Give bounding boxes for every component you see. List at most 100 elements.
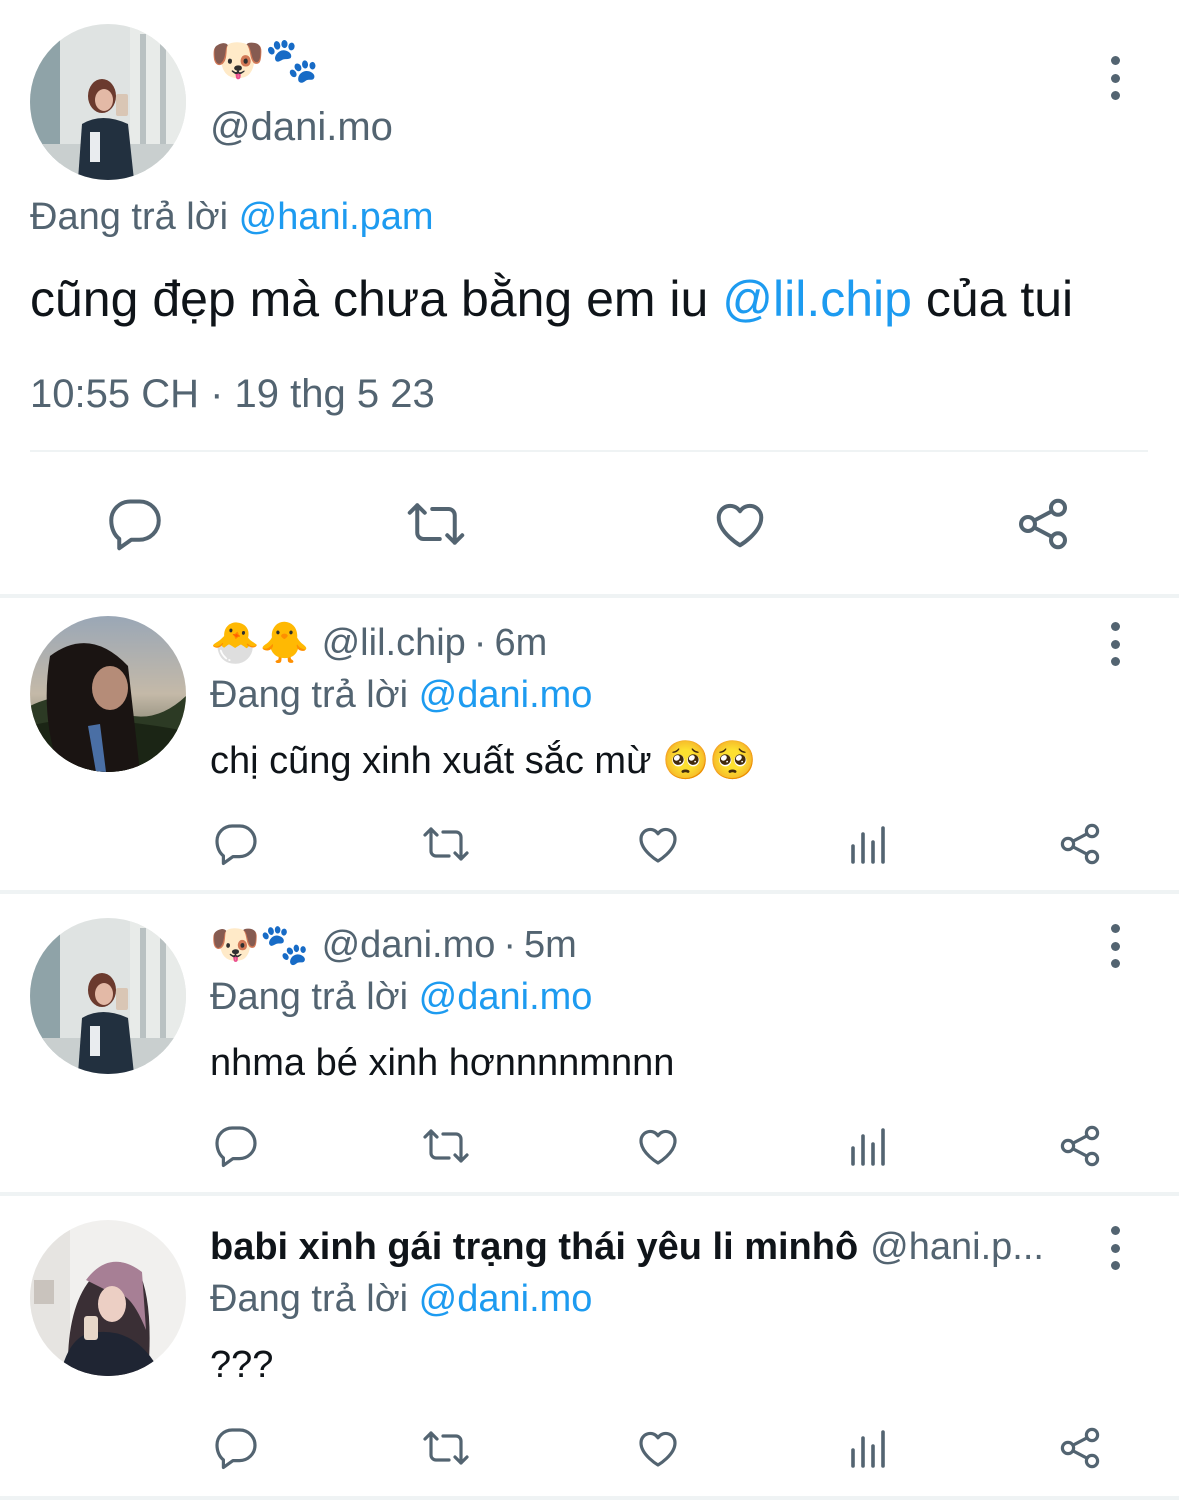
share-icon	[1060, 823, 1100, 865]
tweet-text-part: cũng đẹp mà chưa bằng em iu	[30, 271, 723, 327]
views-button[interactable]	[845, 1424, 893, 1472]
separator-dot: ·	[473, 621, 487, 664]
more-dot	[1110, 73, 1120, 83]
reply-button[interactable]	[212, 1122, 260, 1170]
reply-text: nhma bé xinh hơnnnnmnnn	[210, 1042, 675, 1084]
more-dot	[1110, 1226, 1120, 1235]
reply-header: 🐶🐾 @dani.mo · 5m	[210, 920, 577, 970]
share-button[interactable]	[1056, 1424, 1104, 1472]
replying-to-label: Đang trả lời	[210, 976, 419, 1018]
share-button[interactable]	[1056, 820, 1104, 868]
author-handle[interactable]: @hani.p...	[870, 1226, 1044, 1269]
reply-icon	[215, 1126, 257, 1167]
retweet-icon	[423, 1129, 469, 1163]
display-name-emoji: 🐣🐥	[210, 620, 310, 666]
author-handle[interactable]: @lil.chip	[322, 622, 466, 665]
replying-to-label: Đang trả lời	[210, 1278, 419, 1320]
reply-icon	[215, 1428, 257, 1469]
like-button[interactable]	[634, 820, 682, 868]
retweet-icon	[423, 827, 469, 861]
avatar-dani-mo[interactable]	[30, 918, 186, 1074]
more-options-button[interactable]	[1105, 924, 1125, 968]
views-icon	[851, 1128, 885, 1166]
separator-dot: ·	[503, 923, 517, 966]
retweet-button[interactable]	[406, 494, 466, 554]
replying-to-label: Đang trả lời	[30, 196, 239, 238]
more-dot	[1110, 1243, 1120, 1253]
reply-time[interactable]: 5m	[524, 924, 577, 967]
more-dot	[1110, 941, 1120, 951]
share-button[interactable]	[1056, 1122, 1104, 1170]
share-icon	[1019, 498, 1067, 550]
share-button[interactable]	[1013, 494, 1073, 554]
reply-time[interactable]: 6m	[494, 622, 547, 665]
replying-to-label: Đang trả lời	[210, 674, 419, 716]
more-dot	[1110, 1261, 1120, 1270]
more-dot	[1110, 657, 1120, 666]
reply-text: ???	[210, 1344, 274, 1386]
retweet-button[interactable]	[422, 1122, 470, 1170]
more-dot	[1110, 959, 1120, 968]
replying-to: Đang trả lời @dani.mo	[210, 672, 592, 718]
reply-button[interactable]	[212, 1424, 260, 1472]
like-icon	[716, 503, 764, 548]
replying-to: Đang trả lời @dani.mo	[210, 974, 592, 1020]
author-handle[interactable]: @dani.mo	[210, 102, 393, 152]
more-options-button[interactable]	[1105, 1226, 1125, 1270]
like-button[interactable]	[634, 1122, 682, 1170]
more-dot	[1110, 622, 1120, 631]
author-handle[interactable]: @dani.mo	[322, 924, 496, 967]
main-tweet: 🐶🐾 @dani.mo Đang trả lời @hani.pam cũng …	[0, 0, 1179, 596]
reply-icon	[109, 499, 161, 551]
more-options-button[interactable]	[1105, 622, 1125, 666]
retweet-button[interactable]	[422, 820, 470, 868]
like-button[interactable]	[710, 494, 770, 554]
views-icon	[851, 1430, 885, 1468]
avatar-dani-mo[interactable]	[30, 24, 186, 180]
replying-to-mention[interactable]: @dani.mo	[419, 976, 593, 1018]
reply-text: chị cũng xinh xuất sắc mừ 🥺🥺	[210, 740, 757, 782]
more-dot	[1110, 91, 1120, 100]
tweet-text: cũng đẹp mà chưa bằng em iu @lil.chip củ…	[30, 268, 1073, 330]
share-icon	[1060, 1427, 1100, 1469]
separator	[0, 1192, 1179, 1196]
tweet-text-part: của tui	[911, 271, 1074, 327]
avatar-lil-chip[interactable]	[30, 616, 186, 772]
retweet-icon	[407, 503, 465, 545]
tweet-timestamp[interactable]: 10:55 CH · 19 thg 5 23	[30, 370, 435, 418]
views-button[interactable]	[845, 820, 893, 868]
more-options-button[interactable]	[1105, 56, 1125, 100]
replying-to-mention[interactable]: @dani.mo	[419, 1278, 593, 1320]
share-icon	[1060, 1125, 1100, 1167]
replying-to: Đang trả lời @dani.mo	[210, 1276, 592, 1322]
reply-button[interactable]	[105, 494, 165, 554]
like-icon	[639, 827, 677, 863]
like-button[interactable]	[634, 1424, 682, 1472]
divider	[30, 450, 1148, 452]
retweet-button[interactable]	[422, 1424, 470, 1472]
author-display-name[interactable]: babi xinh gái trạng thái yêu li minhô	[210, 1226, 858, 1269]
tweet-mention[interactable]: @lil.chip	[722, 271, 912, 327]
like-icon	[639, 1129, 677, 1165]
reply-tweet[interactable]: babi xinh gái trạng thái yêu li minhô @h…	[0, 1202, 1179, 1500]
views-icon	[851, 826, 885, 864]
replying-to-mention[interactable]: @dani.mo	[419, 674, 593, 716]
like-icon	[639, 1431, 677, 1467]
reply-button[interactable]	[212, 820, 260, 868]
more-dot	[1110, 924, 1120, 933]
avatar-hani-pam[interactable]	[30, 1220, 186, 1376]
separator	[0, 1496, 1179, 1500]
reply-icon	[215, 824, 257, 865]
reply-tweet[interactable]: 🐶🐾 @dani.mo · 5m Đang trả lời @dani.mo n…	[0, 900, 1179, 1200]
views-button[interactable]	[845, 1122, 893, 1170]
more-dot	[1110, 639, 1120, 649]
display-name-emoji: 🐶🐾	[210, 35, 320, 86]
reply-tweet[interactable]: 🐣🐥 @lil.chip · 6m Đang trả lời @dani.mo …	[0, 598, 1179, 898]
reply-header: 🐣🐥 @lil.chip · 6m	[210, 618, 547, 668]
replying-to-mention[interactable]: @hani.pam	[239, 196, 434, 238]
display-name-emoji: 🐶🐾	[210, 922, 310, 968]
more-dot	[1110, 56, 1120, 65]
replying-to: Đang trả lời @hani.pam	[30, 194, 434, 240]
reply-header: babi xinh gái trạng thái yêu li minhô @h…	[210, 1222, 1044, 1272]
separator	[0, 890, 1179, 894]
